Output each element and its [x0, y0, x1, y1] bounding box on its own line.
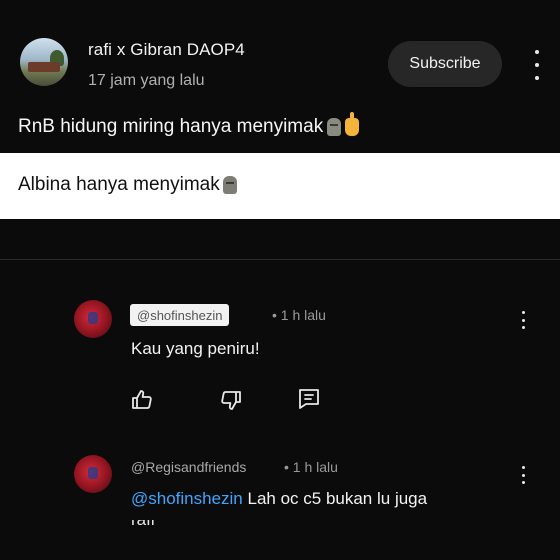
reply-handle[interactable]: @shofinshezin [130, 304, 230, 326]
dislike-icon[interactable] [219, 388, 243, 412]
reply-handle[interactable]: @Regisandfriends [131, 459, 246, 475]
highlighted-comment-body: Albina hanya menyimak [18, 174, 237, 196]
like-icon[interactable] [130, 388, 154, 412]
reply-avatar[interactable] [74, 455, 112, 493]
reply-avatar[interactable] [74, 300, 112, 338]
reply-text-cutoff: rafi [131, 520, 161, 526]
highlighted-comment: Albina hanya menyimak [0, 153, 560, 219]
reply-text: Kau yang peniru! [131, 339, 260, 358]
more-options-icon[interactable] [520, 311, 526, 329]
reply-text: @shofinshezin Lah oc c5 bukan lu juga [131, 489, 427, 509]
more-options-icon[interactable] [520, 466, 526, 484]
channel-name[interactable]: rafi x Gibran DAOP4 [88, 40, 245, 60]
moai-icon [327, 118, 342, 136]
mention-link[interactable]: @shofinshezin [131, 489, 243, 508]
divider [0, 259, 560, 260]
more-options-icon[interactable] [530, 50, 544, 80]
reply-meta: • 1 h lalu [284, 459, 338, 475]
moai-icon [222, 176, 237, 194]
reply-text-continuation: rafi [131, 520, 161, 526]
highlighted-comment-text: Albina hanya menyimak [18, 174, 220, 195]
post-text: RnB hidung miring hanya menyimak [18, 116, 324, 137]
channel-avatar[interactable] [20, 38, 68, 86]
post-header: rafi x Gibran DAOP4 17 jam yang lalu Sub… [0, 0, 560, 108]
reply-meta: • 1 h lalu [272, 307, 326, 323]
reply-text-body: Lah oc c5 bukan lu juga [247, 489, 428, 508]
hand-pointing-up-icon [345, 112, 360, 136]
post-body: RnB hidung miring hanya menyimak [18, 112, 360, 138]
post-timestamp: 17 jam yang lalu [88, 72, 205, 89]
avatar-train [28, 62, 60, 72]
reply-icon[interactable] [297, 387, 321, 411]
subscribe-button[interactable]: Subscribe [388, 41, 502, 87]
